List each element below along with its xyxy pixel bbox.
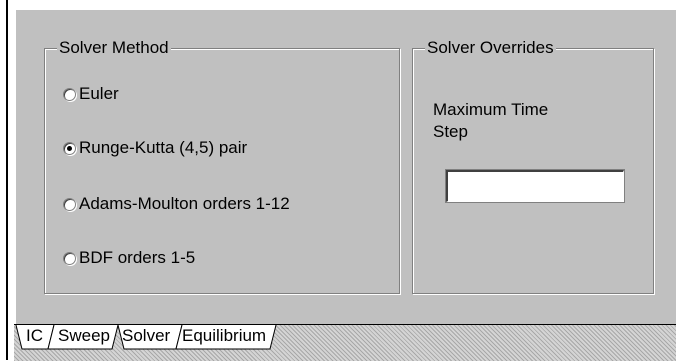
max-time-step-label-line2: Step <box>433 122 468 141</box>
tab-solver[interactable]: Solver <box>122 325 170 347</box>
radio-runge-kutta-label[interactable]: Runge-Kutta (4,5) pair <box>79 137 247 159</box>
tab-outline <box>15 325 277 350</box>
solver-tab-page: Solver Method Euler Runge-Kutta (4,5) pa… <box>14 8 676 324</box>
radio-euler-label[interactable]: Euler <box>79 83 119 105</box>
solver-method-group: Solver Method Euler Runge-Kutta (4,5) pa… <box>44 38 400 294</box>
tab-strip: IC Sweep Solver Equilibrium <box>14 324 676 361</box>
radio-adams-moulton-button[interactable] <box>63 197 76 211</box>
radio-bdf-label[interactable]: BDF orders 1-5 <box>79 247 195 269</box>
radio-adams-moulton-label[interactable]: Adams-Moulton orders 1-12 <box>79 193 290 215</box>
max-time-step-input[interactable] <box>445 169 625 203</box>
tab-sweep[interactable]: Sweep <box>58 325 110 347</box>
radio-bdf[interactable]: BDF orders 1-5 <box>63 247 195 269</box>
radio-runge-kutta[interactable]: Runge-Kutta (4,5) pair <box>63 137 247 159</box>
max-time-step-label-line1: Maximum Time <box>433 100 549 119</box>
radio-euler[interactable]: Euler <box>63 83 119 105</box>
solver-overrides-group: Solver Overrides Maximum Time Step <box>412 38 654 294</box>
window-edge-line <box>6 0 8 360</box>
solver-overrides-title: Solver Overrides <box>425 38 556 58</box>
top-edge <box>8 0 676 8</box>
tab-equilibrium[interactable]: Equilibrium <box>182 325 266 347</box>
radio-adams-moulton[interactable]: Adams-Moulton orders 1-12 <box>63 193 290 215</box>
solver-method-title: Solver Method <box>57 38 171 58</box>
radio-euler-button[interactable] <box>63 87 76 101</box>
radio-runge-kutta-button[interactable] <box>63 141 76 155</box>
radio-bdf-button[interactable] <box>63 251 76 265</box>
tab-ic[interactable]: IC <box>26 325 43 347</box>
